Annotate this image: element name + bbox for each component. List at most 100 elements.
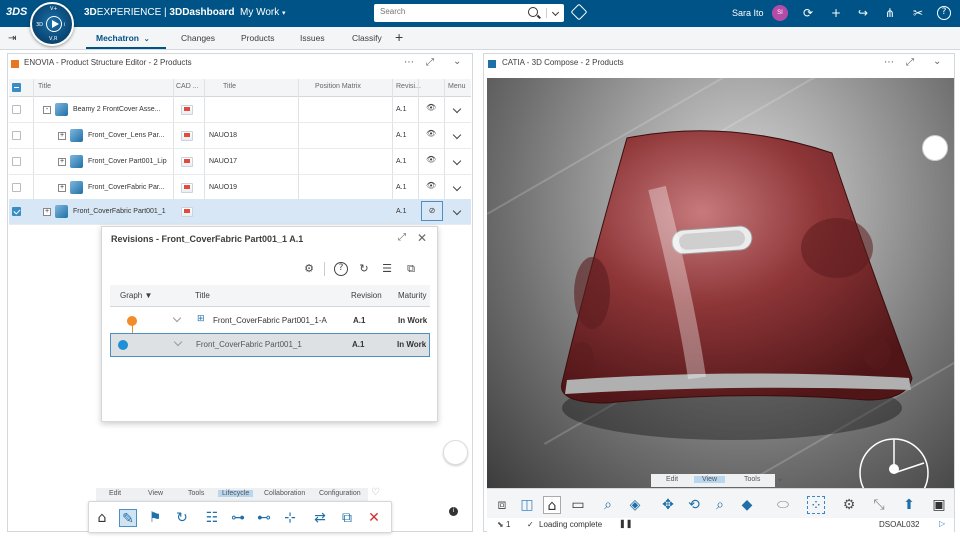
- add-tab-button[interactable]: +: [395, 29, 403, 45]
- 3d-viewport[interactable]: [487, 78, 954, 488]
- layout-icon[interactable]: ▣: [930, 496, 948, 514]
- favorite-icon[interactable]: ♡: [371, 487, 380, 498]
- row-name[interactable]: Front_CoverFabric Part001_1: [73, 208, 166, 215]
- info-icon[interactable]: i: [449, 507, 458, 516]
- collapse-chevron-icon[interactable]: ⌄: [453, 56, 461, 67]
- add-icon[interactable]: +: [828, 5, 844, 21]
- col-title-2[interactable]: Title: [223, 83, 236, 90]
- tools-icon[interactable]: ✂: [910, 5, 926, 21]
- gear-icon[interactable]: ⚙: [840, 496, 858, 514]
- settings-icon[interactable]: ⚙: [302, 262, 316, 276]
- col-rev-maturity[interactable]: Maturity: [398, 291, 426, 300]
- col-rev-title[interactable]: Title: [195, 291, 210, 300]
- table-row[interactable]: - Beamy 2 FrontCover Asse... A.1 👁: [9, 97, 471, 123]
- expand-node-icon[interactable]: +: [58, 184, 66, 192]
- revision-row[interactable]: Front_CoverFabric Part001_1 A.1 In Work: [110, 333, 430, 357]
- expand-icon[interactable]: ⤢: [398, 232, 406, 243]
- menu-lifecycle[interactable]: Lifecycle: [218, 490, 254, 497]
- maximize-icon[interactable]: ⤢: [426, 57, 434, 68]
- menu-edit[interactable]: Edit: [109, 490, 121, 497]
- tab-mechatron[interactable]: Mechatron ⌄: [96, 33, 150, 43]
- help-icon[interactable]: ?: [937, 6, 951, 20]
- orientation-compass-icon[interactable]: [854, 433, 934, 488]
- menu-collaboration[interactable]: Collaboration: [264, 490, 305, 497]
- expand-node-icon[interactable]: +: [58, 132, 66, 140]
- table-row[interactable]: + Front_CoverFabric Par... NAUO19 A.1 👁: [9, 175, 471, 201]
- search-dropdown-icon[interactable]: [546, 8, 558, 18]
- col-title[interactable]: Title: [38, 83, 51, 90]
- cube-icon[interactable]: ◫: [518, 496, 536, 514]
- col-menu[interactable]: Menu: [448, 83, 466, 90]
- tab-changes[interactable]: Changes: [181, 33, 215, 43]
- pencil-icon[interactable]: ✎: [119, 509, 137, 527]
- product-model[interactable]: [487, 78, 954, 488]
- menu-tools[interactable]: Tools: [188, 490, 204, 497]
- merge-icon[interactable]: ⧉: [338, 509, 356, 527]
- menu-tools[interactable]: Tools: [744, 476, 760, 483]
- close-icon[interactable]: ✕: [417, 231, 427, 245]
- row-checkbox[interactable]: [12, 157, 21, 166]
- rotate-icon[interactable]: ⟲: [685, 496, 703, 514]
- layout-icon[interactable]: ⧉: [404, 262, 418, 276]
- table-row[interactable]: + Front_Cover_Lens Par... NAUO18 A.1 👁: [9, 123, 471, 149]
- col-cad[interactable]: CAD ...: [176, 83, 199, 90]
- visibility-icon[interactable]: 👁: [426, 103, 436, 112]
- row-checkbox[interactable]: [12, 207, 21, 216]
- move-icon[interactable]: ✥: [659, 496, 677, 514]
- row-menu-icon[interactable]: [452, 206, 462, 216]
- row-menu-icon[interactable]: [452, 130, 462, 140]
- tab-products[interactable]: Products: [241, 33, 275, 43]
- user-name[interactable]: Sara Ito: [732, 8, 764, 18]
- visibility-icon[interactable]: 👁: [426, 181, 436, 190]
- expand-node-icon[interactable]: +: [43, 208, 51, 216]
- add-node-icon[interactable]: ⊶: [229, 509, 247, 527]
- row-checkbox[interactable]: [12, 105, 21, 114]
- more-options-icon[interactable]: ⋯: [404, 57, 414, 68]
- insert-icon[interactable]: ⊹: [281, 509, 299, 527]
- menu-view[interactable]: View: [148, 490, 163, 497]
- row-name[interactable]: Front_Cover_Lens Par...: [88, 132, 164, 139]
- hidden-visibility-icon[interactable]: ⊘: [421, 201, 443, 221]
- compass-icon[interactable]: V+ 3D i V,R: [30, 2, 74, 46]
- visibility-icon[interactable]: 👁: [426, 155, 436, 164]
- refresh-icon[interactable]: ↻: [357, 262, 371, 276]
- select-all-checkbox[interactable]: [12, 83, 21, 92]
- more-options-icon[interactable]: ⋯: [884, 57, 894, 68]
- row-name[interactable]: Front_Cover Part001_Lip: [88, 158, 167, 165]
- cube-view-icon[interactable]: ◈: [626, 496, 644, 514]
- select-icon[interactable]: ⁘: [807, 496, 825, 514]
- home-icon[interactable]: ⌂: [543, 496, 561, 514]
- network-icon[interactable]: ⋔: [882, 5, 898, 21]
- expand-row-icon[interactable]: [172, 313, 182, 323]
- list-icon[interactable]: ☰: [380, 262, 394, 276]
- visibility-icon[interactable]: 👁: [426, 129, 436, 138]
- bookmark-icon[interactable]: ⚑: [146, 509, 164, 527]
- tab-classify[interactable]: Classify: [352, 33, 382, 43]
- col-graph[interactable]: Graph ▼: [120, 291, 152, 300]
- menu-edit[interactable]: Edit: [666, 476, 678, 483]
- collapse-chevron-icon[interactable]: ⌄: [933, 56, 941, 67]
- cylinder-icon[interactable]: ⬭: [774, 496, 792, 514]
- row-menu-icon[interactable]: [452, 104, 462, 114]
- compass-icon[interactable]: ⤡: [870, 496, 888, 514]
- tab-issues[interactable]: Issues: [300, 33, 325, 43]
- maximize-icon[interactable]: ⤢: [906, 57, 914, 68]
- compass-widget-icon[interactable]: [922, 135, 948, 161]
- panel-icon[interactable]: ▭: [569, 496, 587, 514]
- row-menu-icon[interactable]: [452, 182, 462, 192]
- replace-icon[interactable]: ⇄: [311, 509, 329, 527]
- arrow-up-icon[interactable]: ⬆: [900, 496, 918, 514]
- expand-node-icon[interactable]: +: [58, 158, 66, 166]
- box-icon[interactable]: ◆: [738, 496, 756, 514]
- avatar[interactable]: SI: [772, 5, 788, 21]
- collapse-node-icon[interactable]: -: [43, 106, 51, 114]
- search-icon[interactable]: [528, 7, 538, 17]
- table-row[interactable]: + Front_CoverFabric Part001_1 A.1 ⊘: [9, 199, 471, 225]
- col-rev-revision[interactable]: Revision: [351, 291, 382, 300]
- row-menu-icon[interactable]: [452, 156, 462, 166]
- more-chevron-icon[interactable]: ⌄: [776, 473, 784, 484]
- assembly-icon[interactable]: ⧈: [493, 496, 511, 514]
- col-position-matrix[interactable]: Position Matrix: [315, 83, 361, 90]
- compass-widget-icon[interactable]: [443, 440, 468, 465]
- zoom-fit-icon[interactable]: ⌕: [599, 496, 617, 514]
